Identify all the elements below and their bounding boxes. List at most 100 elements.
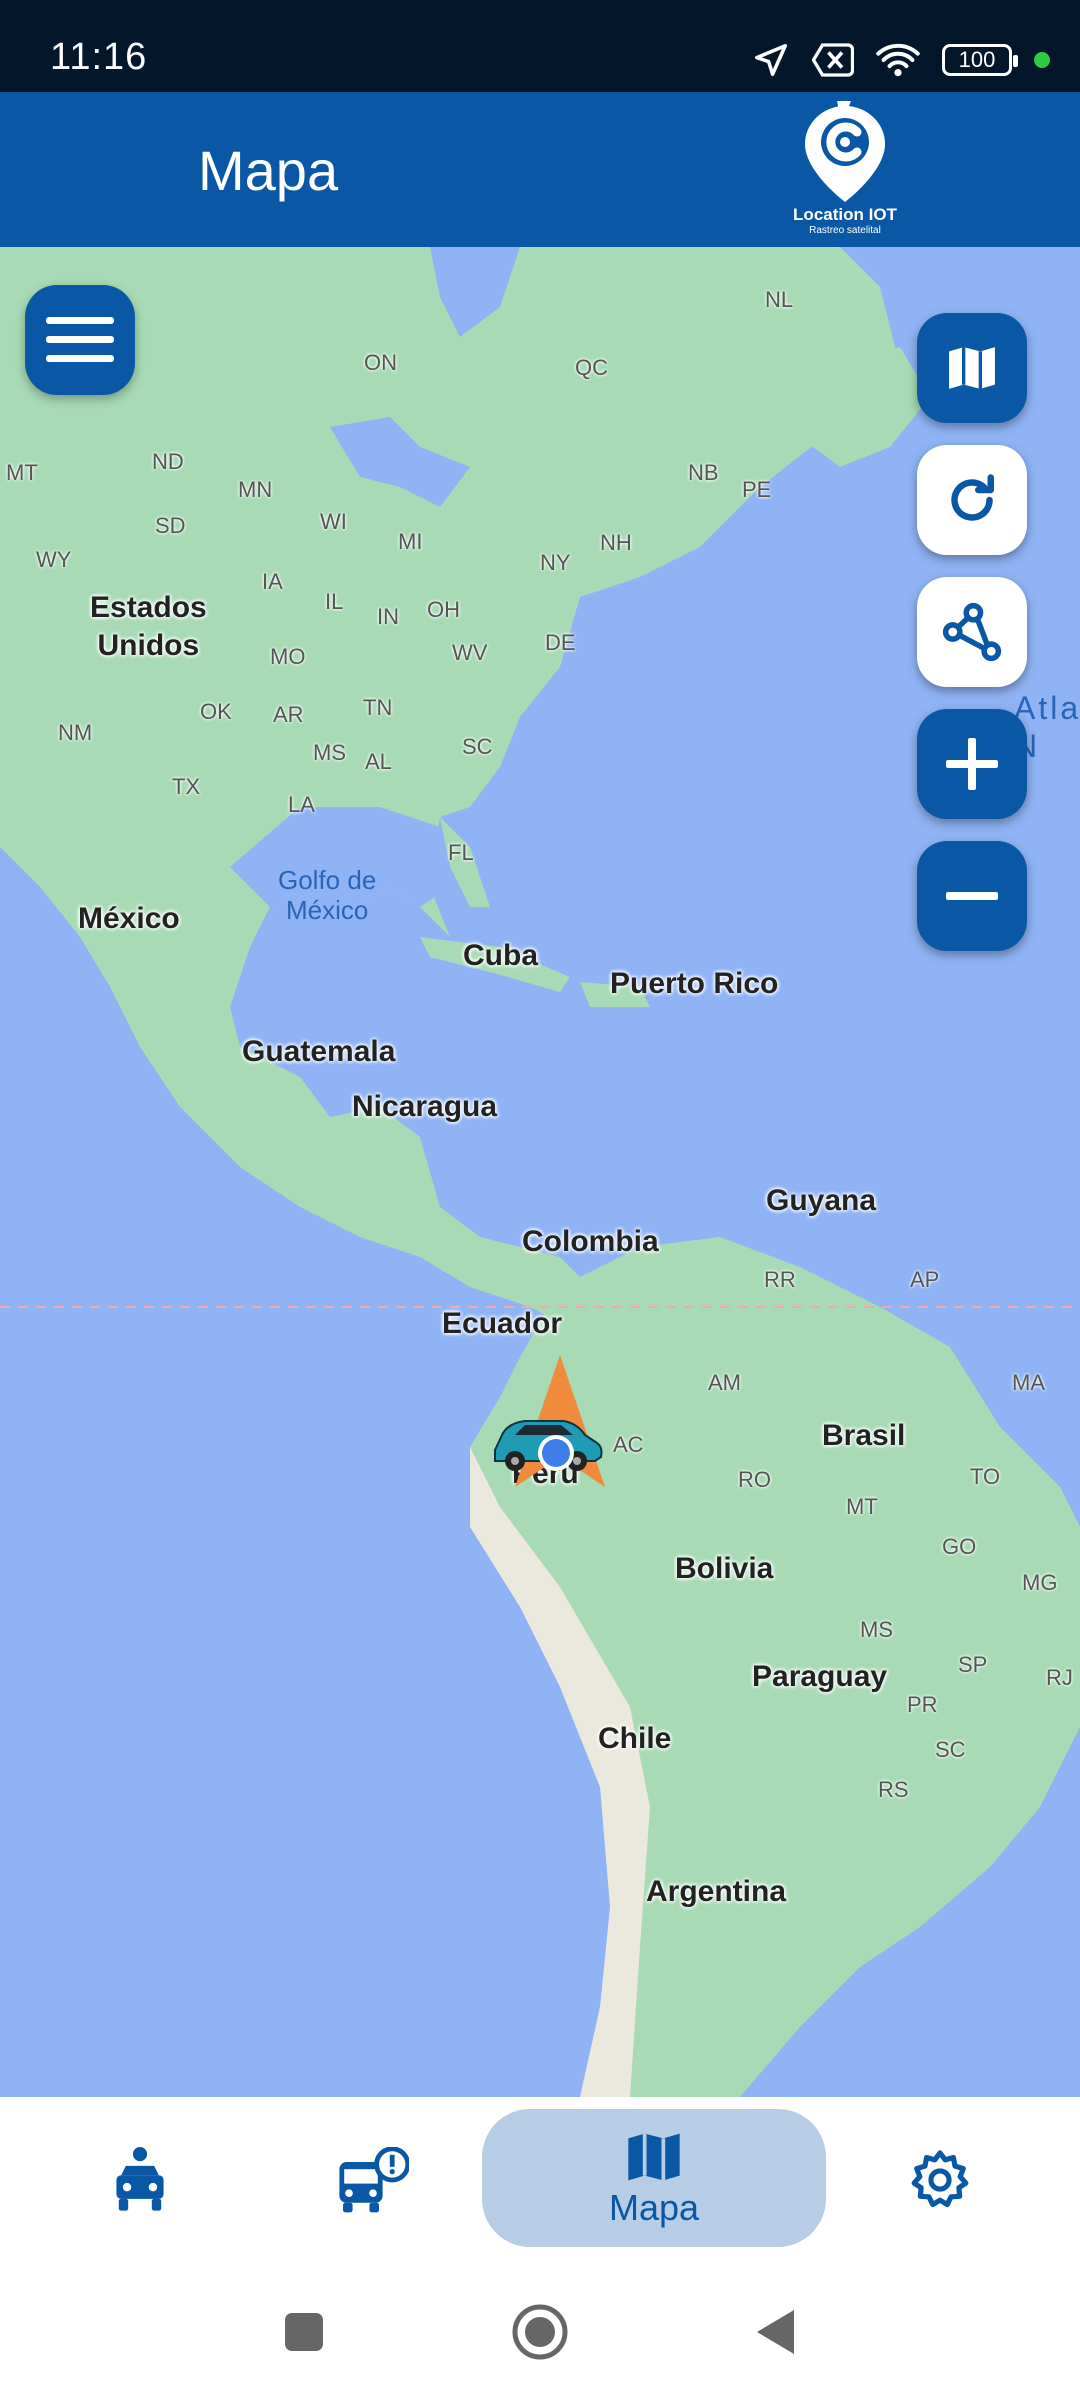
label-region: PE — [742, 477, 772, 502]
nav-vehicles[interactable] — [90, 2097, 190, 2262]
nav-map-label: Mapa — [608, 2186, 700, 2228]
label-region: TX — [172, 774, 201, 799]
map-pin-logo-icon — [805, 101, 885, 202]
label-region: NY — [540, 550, 571, 575]
label-region: IL — [325, 589, 344, 614]
zoom-in-button[interactable] — [917, 709, 1027, 819]
label-region: AL — [365, 749, 392, 774]
label-region: SC — [462, 734, 493, 759]
refresh-icon — [951, 474, 994, 521]
label-nicaragua: Nicaragua — [352, 1090, 498, 1123]
label-region: SP — [958, 1652, 988, 1677]
label-region: AR — [273, 702, 304, 727]
label-region: RS — [878, 1777, 909, 1802]
status-bar: 11:16 100 — [0, 0, 1080, 92]
label-region: WI — [320, 509, 347, 534]
car-person-icon — [116, 2146, 164, 2211]
nav-alerts[interactable] — [318, 2097, 428, 2262]
hamburger-menu-icon — [46, 317, 114, 362]
label-region: FL — [448, 840, 474, 865]
label-region: DE — [545, 630, 576, 655]
wifi-icon — [876, 43, 920, 77]
location-iot-logo: Location IOT Rastreo satelital — [775, 98, 915, 243]
label-region: MN — [238, 477, 273, 502]
label-region: IN — [377, 604, 399, 629]
map-layers-button[interactable] — [917, 313, 1027, 423]
label-ecuador: Ecuador — [442, 1307, 563, 1340]
label-region: OK — [200, 699, 232, 724]
map-icon — [628, 2133, 680, 2180]
label-region: LA — [288, 792, 315, 817]
page-title: Mapa — [198, 139, 339, 202]
label-region: TO — [970, 1464, 1001, 1489]
route-button[interactable] — [917, 577, 1027, 687]
label-mexico: México — [78, 902, 180, 935]
menu-button[interactable] — [25, 285, 135, 395]
label-region: WV — [452, 640, 488, 665]
system-navigation-bar — [0, 2262, 1080, 2400]
label-region: TN — [363, 695, 393, 720]
map-layers-icon — [949, 347, 995, 389]
label-estados-unidos: Estados Unidos — [90, 591, 207, 662]
battery-icon: 100 — [942, 44, 1018, 76]
bottom-navigation: Mapa — [0, 2097, 1080, 2262]
settings-icon — [911, 2149, 969, 2207]
nav-map[interactable]: Mapa — [482, 2097, 826, 2262]
label-region: NM — [58, 720, 93, 745]
label-region: MI — [398, 529, 423, 554]
logo-subtitle: Rastreo satelital — [809, 225, 881, 236]
location-arrow-icon — [755, 44, 787, 76]
label-region: NH — [600, 530, 632, 555]
label-region: AP — [910, 1267, 940, 1292]
label-region: MT — [6, 460, 38, 485]
label-chile: Chile — [598, 1722, 672, 1755]
map-view[interactable]: Estados Unidos México Cuba Puerto Rico G… — [0, 247, 1080, 2097]
label-region: RO — [738, 1467, 771, 1492]
label-argentina: Argentina — [646, 1875, 787, 1908]
label-region: NB — [688, 460, 719, 485]
location-dot-icon — [538, 1435, 574, 1471]
zoom-out-button[interactable] — [917, 841, 1027, 951]
label-region: SD — [155, 513, 186, 538]
label-region: NL — [765, 287, 794, 312]
no-sim-icon — [812, 43, 854, 77]
status-icons: 100 — [752, 38, 1050, 82]
label-brasil: Brasil — [822, 1419, 906, 1452]
label-region: ON — [364, 350, 397, 375]
label-region: MS — [860, 1617, 893, 1642]
home-icon — [512, 2304, 568, 2360]
status-time: 11:16 — [50, 36, 148, 78]
label-region: MA — [1012, 1370, 1045, 1395]
label-region: OH — [427, 597, 460, 622]
refresh-button[interactable] — [917, 445, 1027, 555]
home-button[interactable] — [500, 2292, 580, 2372]
route-share-icon — [942, 602, 1002, 662]
bus-alert-icon — [339, 2146, 409, 2212]
label-region: WY — [36, 547, 72, 572]
label-region: RJ — [1046, 1665, 1073, 1690]
label-region: MS — [313, 740, 346, 765]
app-bar: Mapa Location IOT Rastreo satelital — [0, 92, 1080, 247]
label-region: MO — [270, 644, 306, 669]
label-region: SC — [935, 1737, 966, 1762]
north-america-landmass — [0, 247, 900, 1327]
zoom-in-icon — [946, 738, 998, 790]
recents-button[interactable] — [264, 2292, 344, 2372]
active-dot-icon — [1034, 52, 1050, 68]
label-guatemala: Guatemala — [242, 1035, 396, 1068]
label-region: PR — [907, 1692, 938, 1717]
label-region: AM — [708, 1370, 741, 1395]
label-region: QC — [575, 355, 608, 380]
recents-icon — [285, 2313, 323, 2351]
label-region: MG — [1022, 1570, 1058, 1595]
label-region: IA — [262, 569, 283, 594]
nav-settings[interactable] — [890, 2097, 990, 2262]
label-region: MT — [846, 1494, 878, 1519]
label-paraguay: Paraguay — [752, 1660, 888, 1693]
label-colombia: Colombia — [522, 1225, 659, 1258]
back-button[interactable] — [736, 2292, 816, 2372]
label-golfo-de-mexico: Golfo de México — [278, 865, 377, 925]
label-region: RR — [764, 1267, 796, 1292]
vehicle-marker[interactable] — [490, 1347, 630, 1487]
label-region: GO — [942, 1534, 977, 1559]
